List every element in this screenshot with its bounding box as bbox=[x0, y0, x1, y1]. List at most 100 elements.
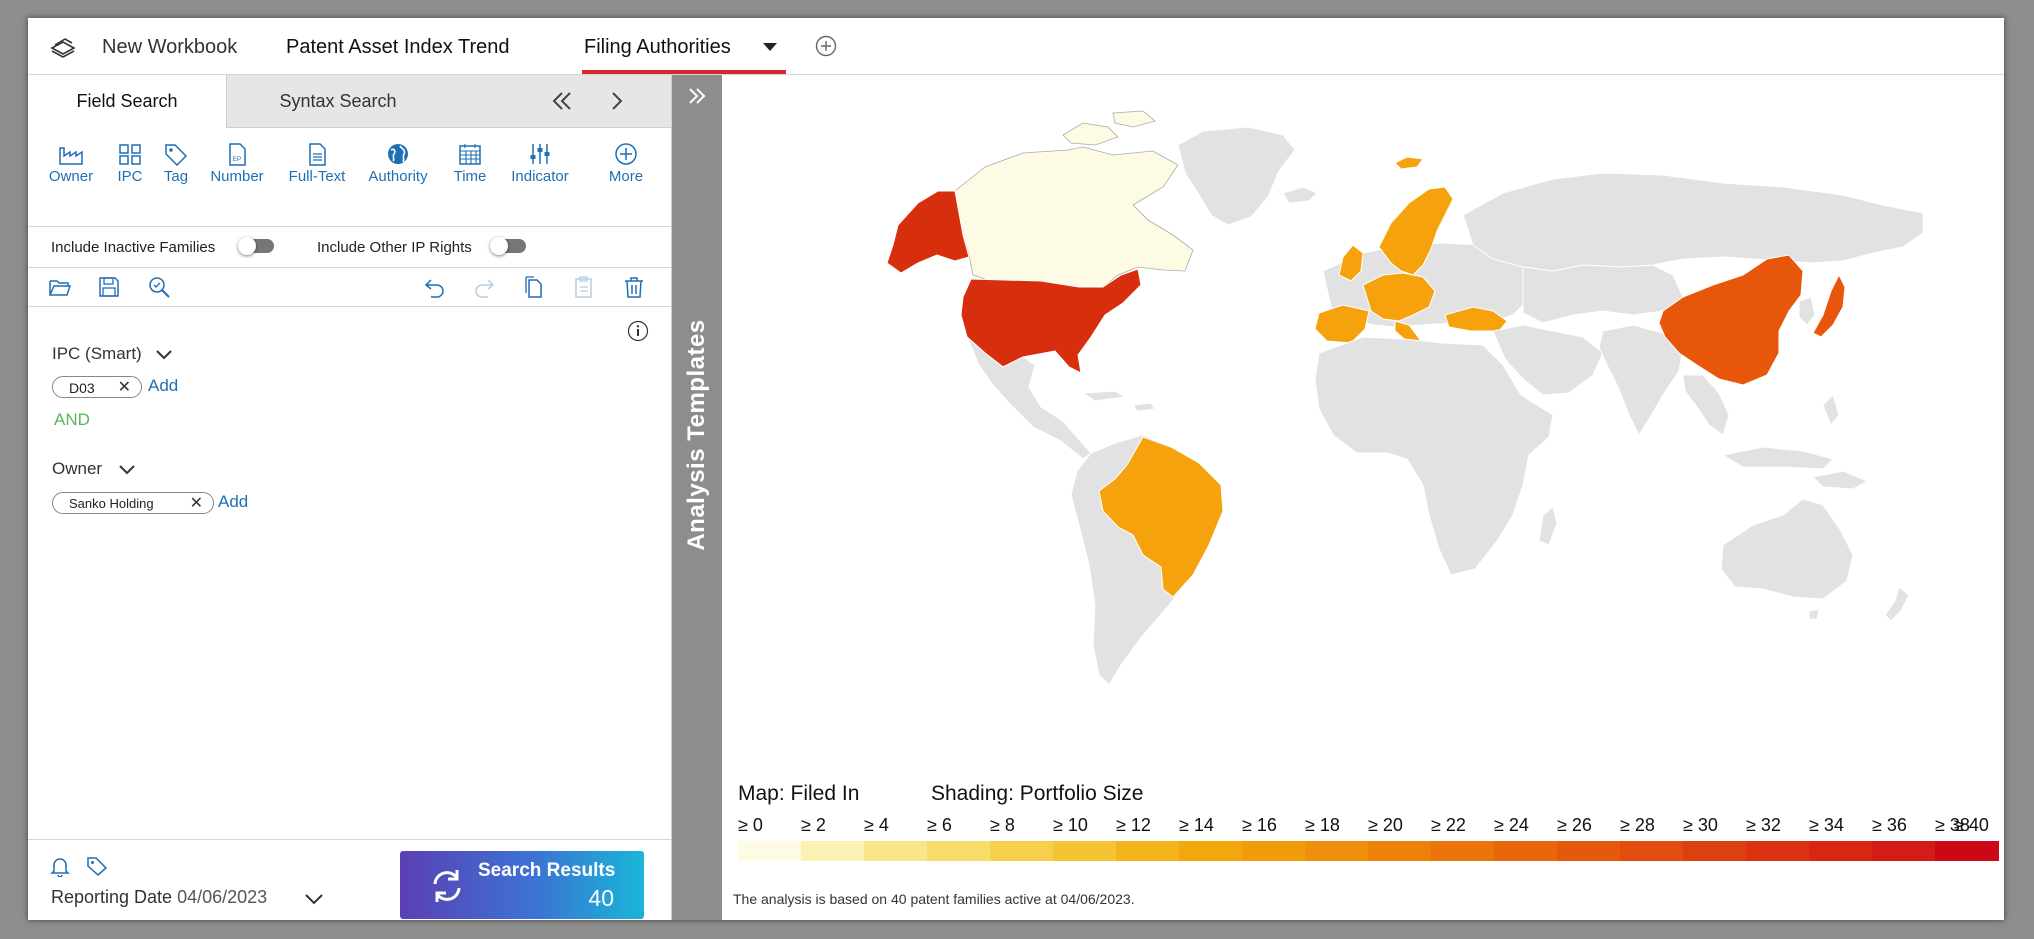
ipc-chip[interactable]: D03 ✕ bbox=[52, 376, 142, 398]
map-greenland[interactable] bbox=[1177, 126, 1296, 226]
save-icon[interactable] bbox=[97, 276, 121, 298]
legend-color-segment[interactable] bbox=[1746, 841, 1810, 861]
chevron-down-icon[interactable] bbox=[119, 465, 135, 475]
analysis-templates-sidebar[interactable]: Analysis Templates bbox=[672, 75, 722, 920]
ipc-criterion-label[interactable]: IPC (Smart) bbox=[52, 344, 142, 364]
calendar-icon bbox=[459, 144, 481, 165]
chevron-down-icon[interactable] bbox=[156, 350, 172, 360]
legend-color-segment[interactable] bbox=[1431, 841, 1495, 861]
legend-tick-label: ≥ 20 bbox=[1368, 815, 1403, 835]
field-tag-button[interactable]: Tag bbox=[158, 142, 194, 185]
double-chevron-right-icon[interactable] bbox=[687, 87, 707, 105]
map-canada[interactable] bbox=[954, 146, 1194, 288]
paste-icon[interactable] bbox=[572, 276, 596, 298]
info-icon[interactable] bbox=[627, 320, 649, 342]
map-iceland[interactable] bbox=[1282, 186, 1318, 204]
reporting-date-label: Reporting Date bbox=[51, 887, 173, 907]
field-time-label: Time bbox=[453, 168, 487, 185]
map-china[interactable] bbox=[1658, 254, 1804, 386]
include-other-ip-toggle[interactable] bbox=[490, 237, 526, 255]
map-japan[interactable] bbox=[1812, 273, 1846, 338]
remove-chip-icon[interactable]: ✕ bbox=[118, 377, 131, 399]
bell-icon[interactable] bbox=[50, 855, 70, 877]
tab-syntax-search[interactable]: Syntax Search bbox=[228, 75, 448, 127]
legend-color-segment[interactable] bbox=[1242, 841, 1306, 861]
tab-field-search[interactable]: Field Search bbox=[28, 75, 227, 128]
analysis-templates-label: Analysis Templates bbox=[683, 319, 710, 551]
legend-color-segment[interactable] bbox=[1620, 841, 1684, 861]
legend-color-segment[interactable] bbox=[801, 841, 865, 861]
legend-color-segment[interactable] bbox=[1809, 841, 1873, 861]
map-new-guinea[interactable] bbox=[1811, 470, 1869, 490]
search-results-button[interactable]: Search Results 40 bbox=[400, 851, 644, 919]
field-time-button[interactable]: Time bbox=[448, 142, 492, 185]
map-new-zealand[interactable] bbox=[1884, 586, 1910, 622]
legend-color-segment[interactable] bbox=[990, 841, 1054, 861]
legend-color-segment[interactable] bbox=[1368, 841, 1432, 861]
tag-icon[interactable] bbox=[86, 856, 108, 876]
trash-icon[interactable] bbox=[622, 276, 646, 298]
map-caribbean[interactable] bbox=[1081, 390, 1156, 412]
map-type-label[interactable]: Map: Filed In bbox=[738, 782, 859, 806]
field-number-button[interactable]: EP Number bbox=[206, 142, 268, 185]
legend-color-segment[interactable] bbox=[927, 841, 991, 861]
field-indicator-button[interactable]: Indicator bbox=[504, 142, 576, 185]
open-folder-icon[interactable] bbox=[48, 276, 72, 298]
double-chevron-left-icon[interactable] bbox=[549, 88, 575, 114]
field-more-button[interactable]: More bbox=[604, 142, 648, 185]
add-tab-icon[interactable] bbox=[815, 35, 837, 57]
legend-color-segment[interactable] bbox=[738, 841, 802, 861]
tab-filing-authorities[interactable]: Filing Authorities bbox=[584, 35, 731, 59]
map-madagascar[interactable] bbox=[1538, 506, 1558, 546]
legend-color-segment[interactable] bbox=[1557, 841, 1621, 861]
map-southeast-asia[interactable] bbox=[1682, 374, 1840, 470]
globe-icon bbox=[388, 144, 408, 164]
chevron-down-icon[interactable] bbox=[305, 894, 323, 905]
legend-tick-label: ≥ 22 bbox=[1431, 815, 1466, 835]
legend-color-segment[interactable] bbox=[1935, 841, 1999, 861]
map-australia[interactable] bbox=[1720, 498, 1854, 600]
owner-add-link[interactable]: Add bbox=[218, 492, 248, 512]
field-owner-button[interactable]: Owner bbox=[46, 142, 96, 185]
legend-color-segment[interactable] bbox=[1872, 841, 1936, 861]
owner-criterion-label[interactable]: Owner bbox=[52, 459, 102, 479]
legend-color-segment[interactable] bbox=[864, 841, 928, 861]
legend-color-segment[interactable] bbox=[1179, 841, 1243, 861]
map-alaska[interactable] bbox=[886, 190, 970, 274]
tab-patent-asset-index-trend[interactable]: Patent Asset Index Trend bbox=[286, 35, 509, 59]
map-central-asia[interactable] bbox=[1522, 264, 1684, 324]
reporting-date[interactable]: Reporting Date 04/06/2023 bbox=[51, 887, 267, 908]
include-other-ip-label: Include Other IP Rights bbox=[317, 239, 472, 256]
redo-icon[interactable] bbox=[472, 276, 496, 298]
legend-color-segment[interactable] bbox=[1116, 841, 1180, 861]
legend-tick-label: ≥ 2 bbox=[801, 815, 826, 835]
field-authority-label: Authority bbox=[368, 168, 428, 185]
include-inactive-toggle[interactable] bbox=[238, 237, 274, 255]
map-russia[interactable] bbox=[1462, 172, 1924, 272]
field-fulltext-button[interactable]: Full-Text bbox=[284, 142, 350, 185]
tab-new-workbook[interactable]: New Workbook bbox=[102, 35, 237, 59]
shading-type-label[interactable]: Shading: Portfolio Size bbox=[931, 782, 1143, 806]
remove-chip-icon[interactable]: ✕ bbox=[190, 493, 203, 515]
legend-color-segment[interactable] bbox=[1305, 841, 1369, 861]
app-frame: New Workbook Patent Asset Index Trend Fi… bbox=[28, 18, 2004, 920]
search-preview-icon[interactable] bbox=[147, 276, 171, 298]
ipc-add-link[interactable]: Add bbox=[148, 376, 178, 396]
owner-chip[interactable]: Sanko Holding ✕ bbox=[52, 492, 214, 514]
map-korea[interactable] bbox=[1798, 296, 1816, 326]
legend-color-segment[interactable] bbox=[1683, 841, 1747, 861]
map-tasmania[interactable] bbox=[1808, 608, 1820, 620]
legend-color-segment[interactable] bbox=[1494, 841, 1558, 861]
and-operator[interactable]: AND bbox=[54, 410, 90, 430]
chevron-right-icon[interactable] bbox=[604, 88, 630, 114]
undo-icon[interactable] bbox=[423, 276, 447, 298]
workbook-stack-icon[interactable] bbox=[50, 36, 76, 58]
legend-color-segment[interactable] bbox=[1053, 841, 1117, 861]
tab-dropdown-caret-icon[interactable] bbox=[763, 43, 777, 51]
field-authority-button[interactable]: Authority bbox=[362, 142, 434, 185]
map-svalbard[interactable] bbox=[1394, 156, 1424, 170]
legend-tick-label: ≥ 40 bbox=[1954, 815, 1989, 835]
copy-icon[interactable] bbox=[522, 276, 546, 298]
map-canada-islands[interactable] bbox=[1062, 110, 1156, 146]
field-ipc-button[interactable]: IPC bbox=[112, 142, 148, 185]
